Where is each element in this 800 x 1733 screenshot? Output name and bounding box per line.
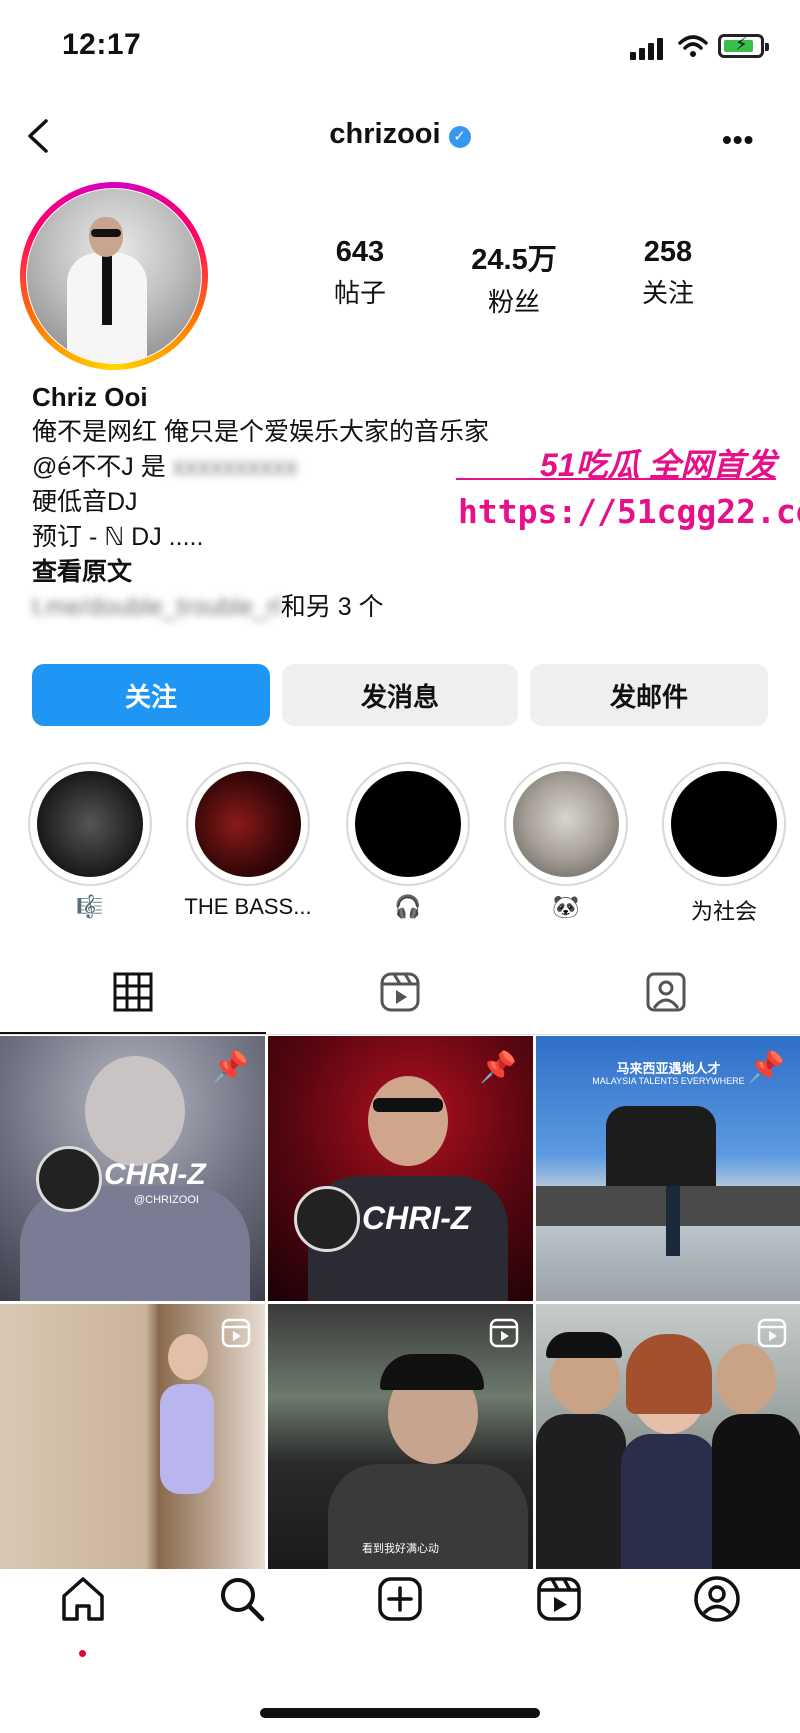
profile-nav-icon[interactable] <box>692 1574 742 1624</box>
highlight-2-label: THE BASS... <box>184 894 312 919</box>
stat-following-label: 关注 <box>641 278 694 308</box>
highlight-4[interactable] <box>504 762 628 886</box>
watermark-url: https://51cgg22.com <box>458 492 800 531</box>
tagged-tab-icon[interactable] <box>644 970 688 1014</box>
notification-dot <box>79 1650 86 1657</box>
follow-button[interactable]: 关注 <box>32 664 270 726</box>
pin-icon: 📌 <box>479 1051 517 1084</box>
watermark-title: 51吃瓜 全网首发 <box>540 447 777 483</box>
status-time: 12:17 <box>62 28 142 61</box>
search-icon[interactable] <box>217 1574 267 1624</box>
battery-icon: ⚡ <box>718 34 769 58</box>
reels-nav-icon[interactable] <box>534 1574 584 1624</box>
highlight-2[interactable] <box>186 762 310 886</box>
more-options-icon[interactable]: ••• <box>722 124 754 156</box>
post-1-logo-text: CHRI-Z <box>104 1158 206 1191</box>
see-translation-link[interactable]: 查看原文 <box>32 555 592 590</box>
stat-followers-label: 粉丝 <box>487 287 540 317</box>
pin-icon: 📌 <box>211 1051 249 1084</box>
email-button[interactable]: 发邮件 <box>530 664 768 726</box>
home-icon[interactable] <box>58 1574 108 1624</box>
bio-links[interactable]: t.me/double_trouble_rl和另 3 个 <box>32 590 592 625</box>
grid-tab-icon[interactable] <box>111 970 155 1014</box>
pin-icon: 📌 <box>747 1051 785 1084</box>
highlight-1-label: 🎼 <box>76 894 104 919</box>
reel-icon <box>757 1318 787 1348</box>
reels-tab-icon[interactable] <box>378 970 422 1014</box>
grid-post-1[interactable]: CHRI-Z @CHRIZOOI 📌 <box>0 1036 265 1301</box>
stat-following[interactable]: 258 关注 <box>598 236 738 310</box>
grid-post-6[interactable] <box>536 1304 800 1569</box>
grid-post-3[interactable]: 马来西亚遇地人才 MALAYSIA TALENTS EVERYWHERE 📌 <box>536 1036 800 1301</box>
stat-posts[interactable]: 643 帖子 <box>290 236 430 310</box>
highlight-5-label: 为社会 <box>690 899 757 924</box>
reel-icon <box>489 1318 519 1348</box>
grid-post-5[interactable]: 看到我好满心动 <box>268 1304 533 1569</box>
stat-followers-value: 24.5万 <box>471 244 557 276</box>
reel-icon <box>221 1318 251 1348</box>
stat-followers[interactable]: 24.5万 粉丝 <box>444 236 584 319</box>
home-indicator <box>260 1708 540 1718</box>
post-2-logo-text: CHRI-Z <box>362 1200 471 1236</box>
grid-post-4[interactable] <box>0 1304 265 1569</box>
bio-line: 俺不是网红 俺只是个爱娱乐大家的音乐家 <box>32 418 489 446</box>
tab-divider <box>0 1034 800 1035</box>
post-5-caption: 看到我好满心动 <box>362 1543 439 1555</box>
post-1-handle: @CHRIZOOI <box>134 1194 199 1206</box>
create-post-icon[interactable] <box>375 1574 425 1624</box>
profile-username: chrizooi ✓ <box>0 118 800 151</box>
stat-following-value: 258 <box>643 236 693 268</box>
highlight-4-label: 🐼 <box>552 894 580 919</box>
highlight-5[interactable] <box>662 762 786 886</box>
stat-posts-label: 帖子 <box>333 278 386 308</box>
profile-avatar[interactable] <box>20 182 208 370</box>
highlight-3[interactable] <box>346 762 470 886</box>
message-button[interactable]: 发消息 <box>282 664 518 726</box>
profile-display-name: Chriz Ooi <box>32 382 148 412</box>
stat-posts-value: 643 <box>335 236 385 268</box>
wifi-icon <box>678 35 708 57</box>
highlight-1[interactable] <box>28 762 152 886</box>
avatar-photo <box>27 189 201 363</box>
grid-post-2[interactable]: CHRI-Z 📌 <box>268 1036 533 1301</box>
cellular-signal-icon <box>630 38 666 60</box>
verified-badge-icon: ✓ <box>448 126 471 148</box>
highlight-3-label: 🎧 <box>394 894 422 919</box>
